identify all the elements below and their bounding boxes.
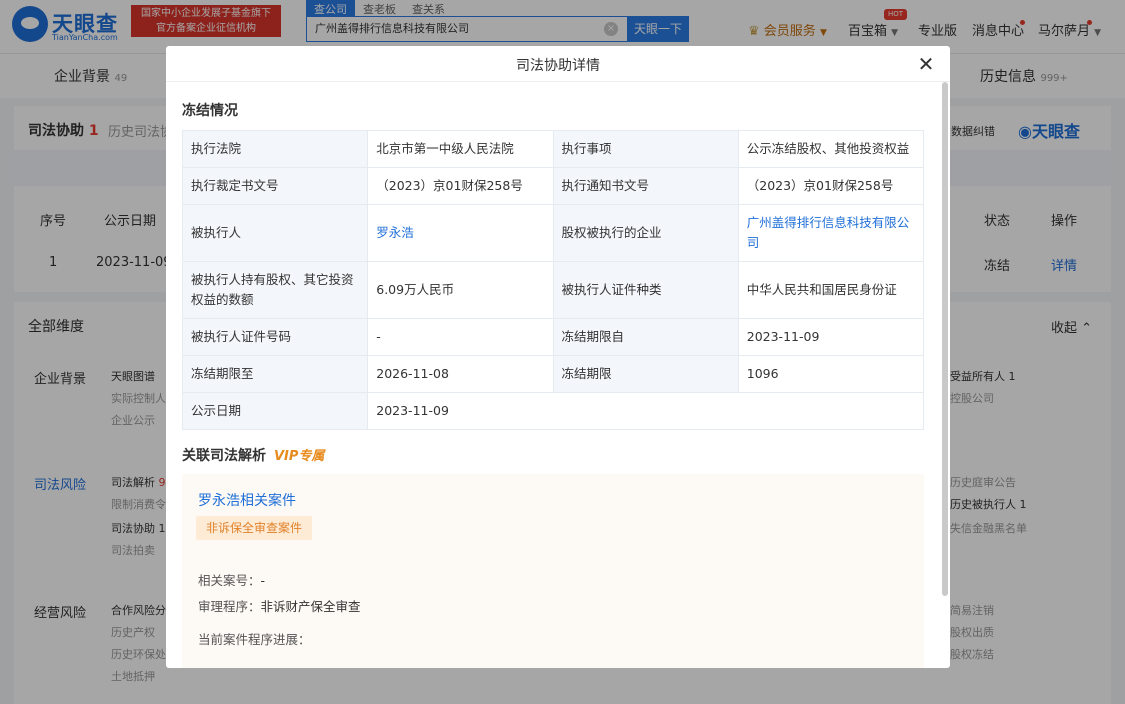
modal-title: 司法协助详情 [516,58,600,74]
related-case-link[interactable]: 罗永浩相关案件 [198,490,296,510]
value-freeze-duration: 1096 [737,355,925,393]
case-number-value: - [260,573,266,588]
label-executed-person: 被执行人 [181,204,369,262]
label-freeze-end: 冻结期限至 [181,355,369,393]
freeze-detail-table: 执行法院 北京市第一中级人民法院 执行事项 公示冻结股权、其他投资权益 执行裁定… [181,130,925,430]
related-judicial-title: 关联司法解析 [182,448,266,464]
executed-company-link[interactable]: 广州盖得排行信息科技有限公司 [737,204,925,262]
table-row: 被执行人持有股权、其它投资权益的数额 6.09万人民币 被执行人证件种类 中华人… [181,261,925,319]
value-equity-amount: 6.09万人民币 [367,261,554,319]
value-ruling-no: （2023）京01财保258号 [367,167,554,205]
label-court: 执行法院 [181,130,369,168]
procedure-line: 审理程序：非诉财产保全审查 [198,596,361,615]
executed-person-link[interactable]: 罗永浩 [367,204,554,262]
value-notice-no: （2023）京01财保258号 [737,167,925,205]
value-publish-date: 2023-11-09 [367,392,924,430]
modal-header: 司法协助详情 ✕ [166,46,950,82]
label-id-type: 被执行人证件种类 [552,261,739,319]
value-matter: 公示冻结股权、其他投资权益 [737,130,925,168]
label-id-number: 被执行人证件号码 [181,318,369,356]
scrollbar[interactable] [942,82,948,596]
value-id-type: 中华人民共和国居民身份证 [737,261,925,319]
vip-exclusive-tag: VIP专属 [274,449,325,464]
label-publish-date: 公示日期 [181,392,369,430]
procedure-label: 审理程序： [198,599,261,614]
table-row: 冻结期限至 2026-11-08 冻结期限 1096 [181,355,925,393]
label-ruling-no: 执行裁定书文号 [181,167,369,205]
table-row: 被执行人 罗永浩 股权被执行的企业 广州盖得排行信息科技有限公司 [181,204,925,262]
case-number-label: 相关案号： [198,573,261,588]
value-freeze-end: 2026-11-08 [367,355,554,393]
label-executed-company: 股权被执行的企业 [552,204,739,262]
label-matter: 执行事项 [552,130,739,168]
related-case-box: 罗永浩相关案件 非诉保全审查案件 相关案号：- 审理程序：非诉财产保全审查 当前… [182,474,924,668]
value-id-number: - [367,318,554,356]
table-row: 被执行人证件号码 - 冻结期限自 2023-11-09 [181,318,925,356]
judicial-assist-detail-modal: 司法协助详情 ✕ 冻结情况 执行法院 北京市第一中级人民法院 执行事项 公示冻结… [166,46,950,668]
table-row: 执行法院 北京市第一中级人民法院 执行事项 公示冻结股权、其他投资权益 [181,130,925,168]
table-row: 公示日期 2023-11-09 [181,392,924,430]
close-icon[interactable]: ✕ [917,54,935,74]
value-court: 北京市第一中级人民法院 [367,130,554,168]
value-freeze-start: 2023-11-09 [737,318,925,356]
case-type-tag: 非诉保全审查案件 [196,516,313,540]
label-freeze-start: 冻结期限自 [552,318,739,356]
case-number-line: 相关案号：- [198,570,265,589]
table-row: 执行裁定书文号 （2023）京01财保258号 执行通知书文号 （2023）京0… [181,167,925,205]
label-notice-no: 执行通知书文号 [552,167,739,205]
label-freeze-duration: 冻结期限 [552,355,739,393]
progress-label: 当前案件程序进展： [198,632,311,647]
procedure-value: 非诉财产保全审查 [260,599,361,614]
freeze-section-title: 冻结情况 [182,103,238,119]
label-equity-amount: 被执行人持有股权、其它投资权益的数额 [181,261,369,319]
